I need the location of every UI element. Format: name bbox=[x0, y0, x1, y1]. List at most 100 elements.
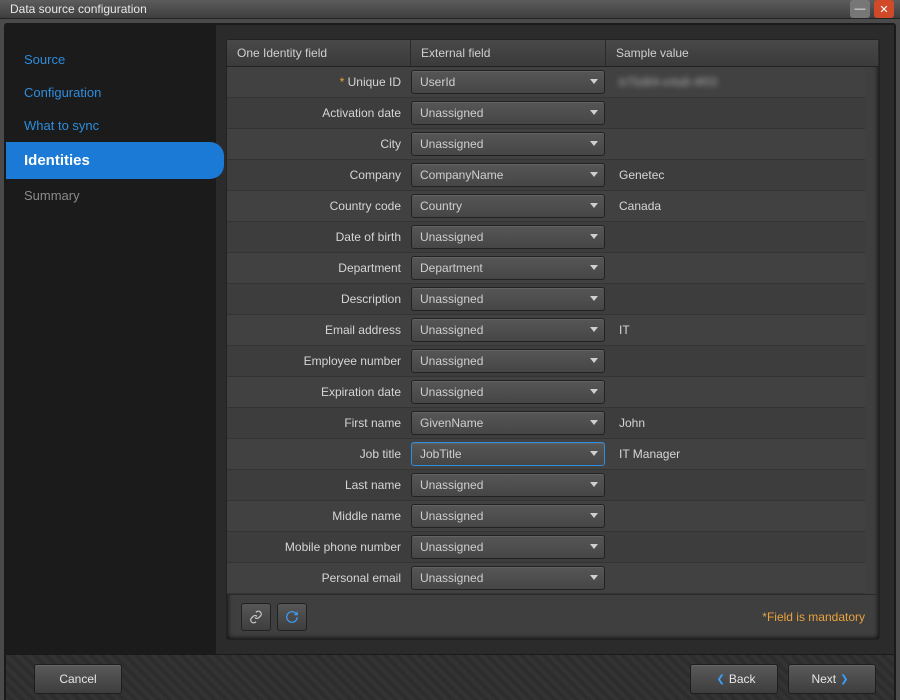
back-button[interactable]: ❮Back bbox=[690, 664, 778, 694]
sample-value: John bbox=[605, 416, 865, 430]
table-row: Country codeCountryCanada bbox=[227, 191, 865, 222]
minimize-button[interactable]: — bbox=[850, 0, 870, 18]
field-label: Department bbox=[227, 261, 411, 275]
chevron-down-icon bbox=[590, 172, 598, 177]
external-field-combo[interactable]: Country bbox=[411, 194, 605, 218]
table-row: First nameGivenNameJohn bbox=[227, 408, 865, 439]
external-field-combo[interactable]: Unassigned bbox=[411, 473, 605, 497]
refresh-button[interactable] bbox=[277, 603, 307, 631]
link-icon bbox=[249, 610, 263, 624]
table-row: Personal emailUnassigned bbox=[227, 563, 865, 594]
chevron-down-icon bbox=[590, 513, 598, 518]
footer: Cancel ❮Back Next❯ bbox=[6, 654, 894, 700]
dialog-body: SourceConfigurationWhat to syncIdentitie… bbox=[4, 23, 896, 700]
field-label: Personal email bbox=[227, 571, 411, 585]
table-row: CompanyCompanyNameGenetec bbox=[227, 160, 865, 191]
external-field-combo[interactable]: Unassigned bbox=[411, 504, 605, 528]
table-row: Job titleJobTitleIT Manager bbox=[227, 439, 865, 470]
chevron-down-icon bbox=[590, 110, 598, 115]
refresh-icon bbox=[285, 610, 299, 624]
link-button[interactable] bbox=[241, 603, 271, 631]
chevron-down-icon bbox=[590, 451, 598, 456]
field-label: Middle name bbox=[227, 509, 411, 523]
main-panel: One Identity field External field Sample… bbox=[226, 39, 880, 640]
sidebar-item-identities[interactable]: Identities bbox=[6, 142, 224, 179]
external-field-combo[interactable]: Unassigned bbox=[411, 287, 605, 311]
chevron-down-icon bbox=[590, 358, 598, 363]
mandatory-note: *Field is mandatory bbox=[762, 610, 865, 624]
external-field-combo[interactable]: Unassigned bbox=[411, 132, 605, 156]
field-label: City bbox=[227, 137, 411, 151]
chevron-down-icon bbox=[590, 544, 598, 549]
field-label: Description bbox=[227, 292, 411, 306]
window-controls: — ✕ bbox=[850, 0, 900, 18]
table-row: Employee numberUnassigned bbox=[227, 346, 865, 377]
external-field-combo[interactable]: Unassigned bbox=[411, 349, 605, 373]
grid-header: One Identity field External field Sample… bbox=[227, 40, 879, 67]
external-field-combo[interactable]: Unassigned bbox=[411, 101, 605, 125]
grid-toolbar: *Field is mandatory bbox=[227, 594, 879, 639]
field-label: Last name bbox=[227, 478, 411, 492]
external-field-combo[interactable]: JobTitle bbox=[411, 442, 605, 466]
table-row: Last nameUnassigned bbox=[227, 470, 865, 501]
sidebar: SourceConfigurationWhat to syncIdentitie… bbox=[6, 25, 216, 654]
table-row: Middle nameUnassigned bbox=[227, 501, 865, 532]
chevron-down-icon bbox=[590, 265, 598, 270]
chevron-down-icon bbox=[590, 420, 598, 425]
chevron-right-icon: ❯ bbox=[840, 674, 848, 685]
table-row: CityUnassigned bbox=[227, 129, 865, 160]
titlebar: Data source configuration — ✕ bbox=[0, 0, 900, 19]
table-row: Activation dateUnassigned bbox=[227, 98, 865, 129]
chevron-down-icon bbox=[590, 327, 598, 332]
chevron-down-icon bbox=[590, 575, 598, 580]
external-field-combo[interactable]: Unassigned bbox=[411, 566, 605, 590]
field-label: Email address bbox=[227, 323, 411, 337]
table-row: * Unique IDUserIdb75d84-e4a8-4f03 bbox=[227, 67, 865, 98]
sidebar-item-source[interactable]: Source bbox=[6, 43, 216, 76]
next-button[interactable]: Next❯ bbox=[788, 664, 876, 694]
external-field-combo[interactable]: Department bbox=[411, 256, 605, 280]
sidebar-item-configuration[interactable]: Configuration bbox=[6, 76, 216, 109]
chevron-down-icon bbox=[590, 203, 598, 208]
window-title: Data source configuration bbox=[10, 2, 147, 16]
external-field-combo[interactable]: Unassigned bbox=[411, 535, 605, 559]
field-label: Activation date bbox=[227, 106, 411, 120]
sidebar-item-summary[interactable]: Summary bbox=[6, 179, 216, 212]
chevron-left-icon: ❮ bbox=[716, 674, 724, 685]
sample-value: b75d84-e4a8-4f03 bbox=[605, 75, 865, 89]
sample-value: IT bbox=[605, 323, 865, 337]
external-field-combo[interactable]: Unassigned bbox=[411, 318, 605, 342]
table-row: Email addressUnassignedIT bbox=[227, 315, 865, 346]
external-field-combo[interactable]: Unassigned bbox=[411, 380, 605, 404]
external-field-combo[interactable]: CompanyName bbox=[411, 163, 605, 187]
external-field-combo[interactable]: GivenName bbox=[411, 411, 605, 435]
external-field-combo[interactable]: Unassigned bbox=[411, 225, 605, 249]
sample-value: Canada bbox=[605, 199, 865, 213]
field-label: First name bbox=[227, 416, 411, 430]
chevron-down-icon bbox=[590, 389, 598, 394]
close-button[interactable]: ✕ bbox=[874, 0, 894, 18]
sample-value: Genetec bbox=[605, 168, 865, 182]
grid-body[interactable]: * Unique IDUserIdb75d84-e4a8-4f03Activat… bbox=[227, 67, 879, 594]
field-label: Expiration date bbox=[227, 385, 411, 399]
chevron-down-icon bbox=[590, 234, 598, 239]
table-row: Mobile phone numberUnassigned bbox=[227, 532, 865, 563]
sidebar-item-what-to-sync[interactable]: What to sync bbox=[6, 109, 216, 142]
window: Data source configuration — ✕ SourceConf… bbox=[0, 0, 900, 700]
field-label: Employee number bbox=[227, 354, 411, 368]
field-label: Mobile phone number bbox=[227, 540, 411, 554]
table-row: Expiration dateUnassigned bbox=[227, 377, 865, 408]
table-row: DescriptionUnassigned bbox=[227, 284, 865, 315]
field-label: Date of birth bbox=[227, 230, 411, 244]
chevron-down-icon bbox=[590, 79, 598, 84]
col-external: External field bbox=[411, 40, 606, 66]
external-field-combo[interactable]: UserId bbox=[411, 70, 605, 94]
cancel-button[interactable]: Cancel bbox=[34, 664, 122, 694]
table-row: DepartmentDepartment bbox=[227, 253, 865, 284]
sample-value: IT Manager bbox=[605, 447, 865, 461]
chevron-down-icon bbox=[590, 482, 598, 487]
field-label: * Unique ID bbox=[227, 75, 411, 89]
field-label: Company bbox=[227, 168, 411, 182]
field-label: Country code bbox=[227, 199, 411, 213]
chevron-down-icon bbox=[590, 141, 598, 146]
